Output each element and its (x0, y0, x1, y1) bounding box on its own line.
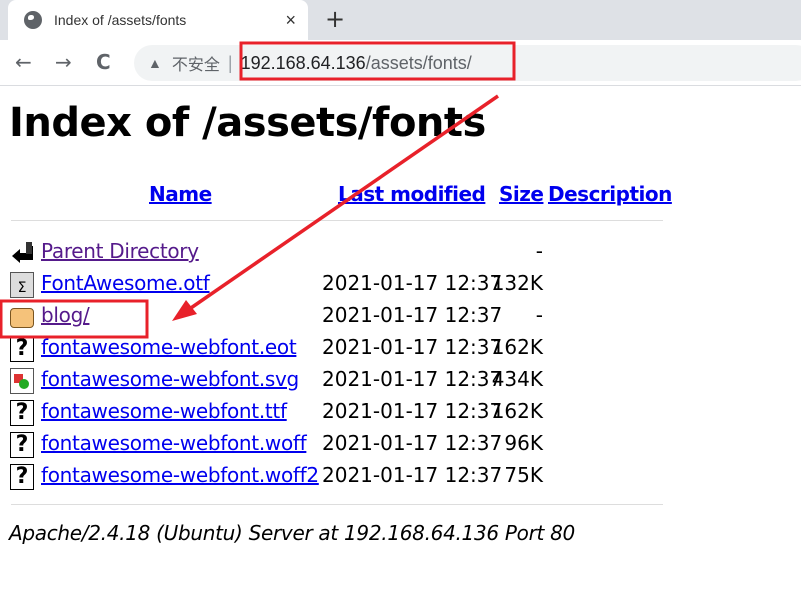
tab-title: Index of /assets/fonts (54, 12, 187, 28)
back-icon (12, 242, 33, 263)
sort-by-modified-link[interactable]: Last modified (338, 182, 486, 206)
file-link[interactable]: Parent Directory (41, 239, 199, 263)
divider (11, 504, 663, 505)
file-link[interactable]: fontawesome-webfont.ttf (41, 399, 287, 423)
last-modified: 2021-01-17 12:37 (322, 431, 503, 455)
table-row: Σ FontAwesome.otf 2021-01-17 12:37 132K (10, 270, 570, 300)
table-row: ? fontawesome-webfont.woff 2021-01-17 12:3… (10, 430, 570, 460)
unknown-file-icon: ? (10, 400, 34, 426)
file-size: - (535, 303, 543, 327)
server-signature: Apache/2.4.18 (Ubuntu) Server at 192.168… (9, 521, 575, 545)
warning-triangle-icon[interactable]: ▲ (148, 55, 162, 71)
image-file-icon (10, 368, 34, 394)
forward-button[interactable]: → (55, 50, 72, 74)
globe-icon (24, 11, 42, 29)
file-link[interactable]: fontawesome-webfont.svg (41, 367, 299, 391)
font-file-icon: Σ (10, 272, 34, 298)
security-label[interactable]: 不安全 (172, 51, 220, 75)
unknown-file-icon: ? (10, 336, 34, 362)
separator: | (227, 52, 233, 73)
address-bar[interactable]: ▲ 不安全 | 192.168.64.136/assets/fonts/ (134, 45, 801, 81)
file-link[interactable]: fontawesome-webfont.woff2 (41, 463, 319, 487)
file-size: 132K (491, 271, 543, 295)
last-modified: 2021-01-17 12:37 (322, 463, 503, 487)
reload-button[interactable]: C (96, 50, 111, 74)
table-row: fontawesome-webfont.svg 2021-01-17 12:37 4… (10, 366, 570, 396)
table-row: ? fontawesome-webfont.ttf 2021-01-17 12:37… (10, 398, 570, 428)
file-link[interactable]: blog/ (41, 303, 90, 327)
file-size: 75K (504, 463, 543, 487)
sort-by-size-link[interactable]: Size (499, 182, 544, 206)
browser-toolbar: ← → C ▲ 不安全 | 192.168.64.136/assets/font… (0, 40, 801, 86)
tab-close-button[interactable]: × (285, 10, 296, 31)
page-title: Index of /assets/fonts (9, 100, 486, 146)
folder-icon (10, 308, 34, 328)
last-modified: 2021-01-17 12:37 (322, 399, 503, 423)
file-size: 162K (491, 335, 543, 359)
url-path: /assets/fonts/ (365, 52, 472, 73)
divider (11, 220, 663, 221)
table-row: ? fontawesome-webfont.woff2 2021-01-17 12:… (10, 462, 570, 492)
file-link[interactable]: FontAwesome.otf (41, 271, 210, 295)
file-size: - (535, 239, 543, 263)
table-row: Parent Directory - (10, 238, 570, 268)
last-modified: 2021-01-17 12:37 (322, 367, 503, 391)
table-row: ? fontawesome-webfont.eot 2021-01-17 12:37… (10, 334, 570, 364)
last-modified: 2021-01-17 12:37 (322, 335, 503, 359)
last-modified: 2021-01-17 12:37 (322, 303, 503, 327)
file-link[interactable]: fontawesome-webfont.woff (41, 431, 307, 455)
file-size: 96K (504, 431, 543, 455)
tab-bar: Index of /assets/fonts × + (0, 0, 801, 40)
unknown-file-icon: ? (10, 432, 34, 458)
url-host: 192.168.64.136 (240, 52, 366, 73)
url-text[interactable]: 192.168.64.136/assets/fonts/ (241, 53, 472, 74)
sort-by-name-link[interactable]: Name (149, 182, 212, 206)
tab-active[interactable]: Index of /assets/fonts × (8, 0, 308, 40)
table-row: blog/2021-01-17 12:37 - (10, 302, 570, 332)
file-size: 434K (491, 367, 543, 391)
file-size: 162K (491, 399, 543, 423)
unknown-file-icon: ? (10, 464, 34, 490)
new-tab-button[interactable]: + (325, 5, 345, 33)
sort-by-description-link[interactable]: Description (548, 182, 672, 206)
last-modified: 2021-01-17 12:37 (322, 271, 503, 295)
back-button[interactable]: ← (15, 50, 32, 74)
file-link[interactable]: fontawesome-webfont.eot (41, 335, 297, 359)
